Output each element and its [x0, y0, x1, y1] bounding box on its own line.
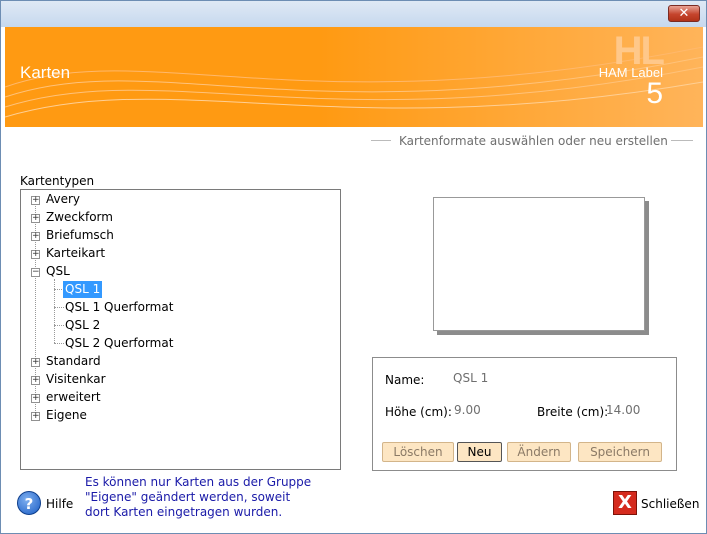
tree-item-qsl[interactable]: QSL — [46, 263, 70, 280]
subtitle: Kartenformate auswählen oder neu erstell… — [399, 134, 668, 148]
cards-window: ✕ Karten HL HAM Label 5 Kartenformate au… — [0, 0, 707, 534]
delete-button[interactable]: Löschen — [382, 442, 454, 462]
expand-icon[interactable]: + — [31, 214, 40, 223]
name-value: QSL 1 — [453, 371, 489, 385]
tree-connector — [54, 343, 64, 344]
expand-icon[interactable]: + — [31, 250, 40, 259]
save-button[interactable]: Speichern — [578, 442, 662, 462]
tree-item-qsl2[interactable]: QSL 2 — [65, 317, 100, 334]
header-banner: Karten HL HAM Label 5 — [5, 27, 703, 127]
title-bar: ✕ — [1, 1, 706, 27]
window-close-button[interactable]: ✕ — [668, 5, 700, 22]
notice-text: Es können nur Karten aus der Gruppe "Eig… — [85, 475, 312, 519]
height-label: Höhe (cm): — [385, 405, 452, 419]
tree-connector — [54, 325, 64, 326]
height-value: 9.00 — [454, 403, 481, 417]
card-details-panel: Name: QSL 1 Höhe (cm): 9.00 Breite (cm):… — [372, 357, 677, 471]
close-button-label[interactable]: Schließen — [641, 497, 699, 511]
new-button[interactable]: Neu — [457, 442, 502, 462]
page-title: Karten — [20, 63, 71, 82]
tree-item-briefumsch[interactable]: Briefumsch — [46, 227, 114, 244]
tree-item-karteikart[interactable]: Karteikart — [46, 245, 105, 262]
help-icon[interactable]: ? — [17, 491, 41, 515]
tree-label: Kartentypen — [20, 174, 95, 188]
expand-icon[interactable]: + — [31, 358, 40, 367]
expand-icon[interactable]: + — [31, 232, 40, 241]
expand-icon[interactable]: + — [31, 394, 40, 403]
tree-item-zweckform[interactable]: Zweckform — [46, 209, 113, 226]
tree-item-qsl1-selected[interactable]: QSL 1 — [63, 281, 103, 298]
name-label: Name: — [385, 373, 425, 387]
tree-item-standard[interactable]: Standard — [46, 353, 101, 370]
card-type-tree[interactable]: + Avery + Zweckform + Briefumsch + Karte… — [20, 189, 341, 470]
close-icon[interactable]: X — [613, 491, 637, 515]
tree-item-visitenkar[interactable]: Visitenkar — [46, 371, 106, 388]
help-button-label[interactable]: Hilfe — [46, 497, 73, 511]
tree-item-qsl1-querformat[interactable]: QSL 1 Querformat — [65, 299, 173, 316]
width-label: Breite (cm): — [537, 405, 609, 419]
edit-button[interactable]: Ändern — [507, 442, 571, 462]
tree-connector — [35, 196, 36, 421]
tree-item-qsl2-querformat[interactable]: QSL 2 Querformat — [65, 335, 173, 352]
expand-icon[interactable]: + — [31, 412, 40, 421]
collapse-icon[interactable]: − — [31, 268, 40, 277]
expand-icon[interactable]: + — [31, 376, 40, 385]
width-value: 14.00 — [606, 403, 641, 417]
tree-item-avery[interactable]: Avery — [46, 191, 80, 208]
card-preview — [433, 197, 645, 331]
tree-connector — [54, 307, 64, 308]
tree-item-eigene[interactable]: Eigene — [46, 407, 87, 424]
tree-item-erweitert[interactable]: erweitert — [46, 389, 101, 406]
expand-icon[interactable]: + — [31, 196, 40, 205]
logo-number: 5 — [646, 77, 663, 110]
